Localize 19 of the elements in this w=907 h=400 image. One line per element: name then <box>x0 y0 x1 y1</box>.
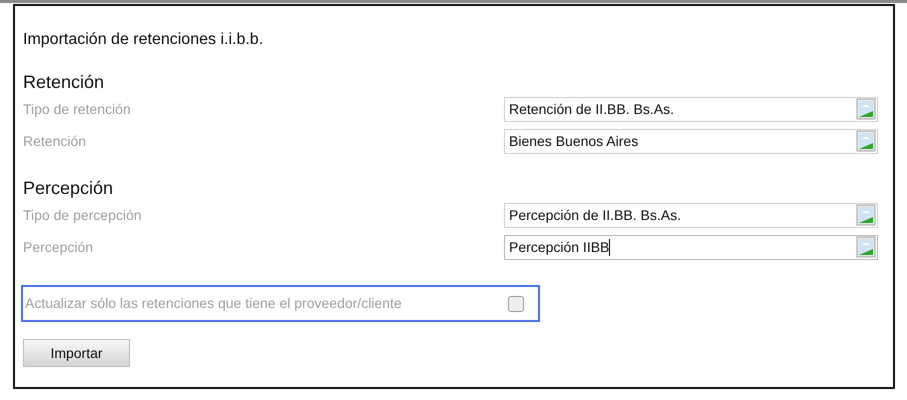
text-cursor <box>609 238 610 256</box>
import-button[interactable]: Importar <box>23 339 130 367</box>
input-field[interactable]: Retención de II.BB. Bs.As. <box>504 96 878 122</box>
field-label: Tipo de percepción <box>23 206 143 225</box>
input-field[interactable]: Bienes Buenos Aires <box>504 128 878 154</box>
field-label: Percepción <box>23 238 94 257</box>
field-label: Tipo de retención <box>23 100 132 119</box>
picker-icon[interactable] <box>856 130 876 152</box>
picker-icon[interactable] <box>856 98 876 120</box>
checkbox-label: Actualizar sólo las retenciones que tiene el proveedor/cliente <box>25 294 402 313</box>
field-label: Retención <box>23 132 88 150</box>
form-title: Importación de retenciones i.i.b.b. <box>23 30 264 50</box>
section-heading: Retención <box>23 71 106 93</box>
section-heading: Percepción <box>23 177 114 199</box>
input-field[interactable]: Percepción de II.BB. Bs.As. <box>504 202 878 228</box>
input-field[interactable]: Percepción IIBB <box>504 234 878 260</box>
checkbox[interactable] <box>508 296 524 312</box>
picker-icon[interactable] <box>856 236 876 258</box>
picker-icon[interactable] <box>856 204 876 226</box>
